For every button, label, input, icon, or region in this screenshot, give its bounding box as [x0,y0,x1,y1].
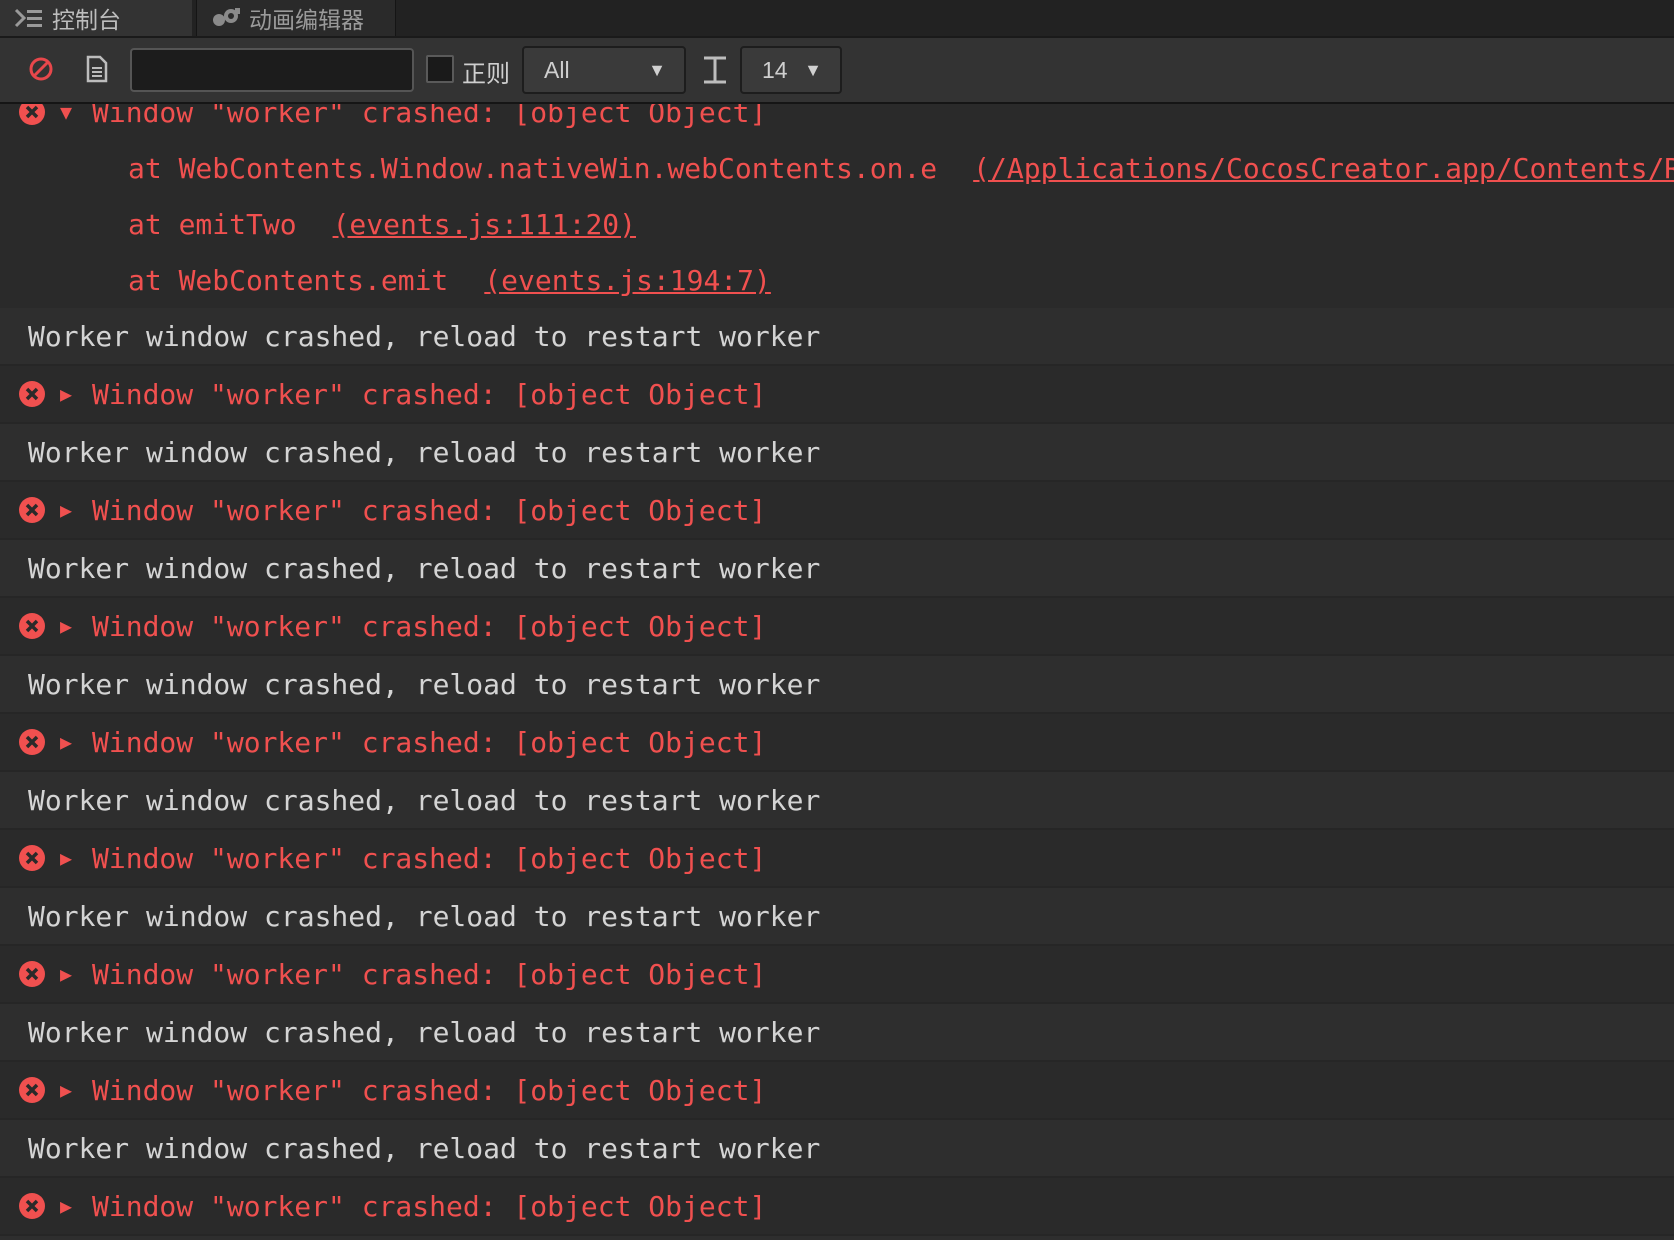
expand-arrow-icon[interactable]: ▶ [60,1194,82,1218]
log-entry: Worker window crashed, reload to restart… [0,1120,1674,1176]
panel-tab-bar: 控制台 动画编辑器 [0,0,1674,38]
tab-console[interactable]: 控制台 [0,0,192,36]
log-message: Worker window crashed, reload to restart… [28,667,821,701]
stack-trace: at WebContents.Window.nativeWin.webConte… [0,140,1674,308]
log-level-value: All [544,56,570,83]
stack-frame: at WebContents.emit (events.js:194:7) [0,252,1674,308]
error-message: Window "worker" crashed: [object Object] [92,1073,767,1107]
error-icon [19,613,45,639]
stack-frame: at emitTwo (events.js:111:20) [0,196,1674,252]
expand-arrow-icon[interactable]: ▶ [60,498,82,522]
tab-animation-editor[interactable]: 动画编辑器 [196,0,396,36]
error-message: Window "worker" crashed: [object Object] [92,1189,767,1223]
error-icon [19,961,45,987]
log-level-select[interactable]: All ▼ [522,46,686,94]
expand-arrow-icon[interactable]: ▶ [60,382,82,406]
log-entry: Worker window crashed, reload to restart… [0,888,1674,944]
log-message: Worker window crashed, reload to restart… [28,899,821,933]
error-icon [19,845,45,871]
animation-editor-icon [213,8,240,26]
log-entry: Worker window crashed, reload to restart… [0,1236,1674,1240]
error-entry[interactable]: ▶ Window "worker" crashed: [object Object… [0,482,1674,538]
log-entry: Worker window crashed, reload to restart… [0,540,1674,596]
font-size-icon [704,56,726,84]
document-icon [86,55,108,83]
error-message: Window "worker" crashed: [object Object] [92,725,767,759]
log-message: Worker window crashed, reload to restart… [28,1015,821,1049]
expand-arrow-icon[interactable]: ▶ [60,962,82,986]
chevron-down-icon: ▼ [804,59,822,80]
error-entry[interactable]: ▶ Window "worker" crashed: [object Object… [0,714,1674,770]
tab-animation-editor-label: 动画编辑器 [249,8,364,34]
error-icon [19,497,45,523]
log-entry: Worker window crashed, reload to restart… [0,1004,1674,1060]
expand-arrow-icon[interactable]: ▶ [60,730,82,754]
log-message: Worker window crashed, reload to restart… [28,1131,821,1165]
log-message: Worker window crashed, reload to restart… [28,783,821,817]
error-message: Window "worker" crashed: [object Object] [92,104,767,129]
console-toolbar: 正则 All ▼ 14 ▼ [0,38,1674,104]
expand-arrow-icon[interactable]: ▶ [60,614,82,638]
error-message: Window "worker" crashed: [object Object] [92,841,767,875]
stack-frame-text: at emitTwo [128,207,297,241]
collapse-arrow-icon[interactable]: ▼ [60,104,82,124]
log-message: Worker window crashed, reload to restart… [28,435,821,469]
error-message: Window "worker" crashed: [object Object] [92,609,767,643]
log-message: Worker window crashed, reload to restart… [28,551,821,585]
console-icon [14,8,42,28]
error-icon [19,1193,45,1219]
error-message: Window "worker" crashed: [object Object] [92,493,767,527]
stack-frame-link[interactable]: (events.js:194:7) [484,264,771,297]
error-entry[interactable]: ▶ Window "worker" crashed: [object Object… [0,366,1674,422]
regex-label: 正则 [462,60,510,88]
expand-arrow-icon[interactable]: ▶ [60,1078,82,1102]
font-size-select[interactable]: 14 ▼ [740,46,842,94]
error-entry[interactable]: ▶ Window "worker" crashed: [object Object… [0,598,1674,654]
filter-search-input[interactable] [130,48,414,92]
error-message: Window "worker" crashed: [object Object] [92,377,767,411]
error-entry[interactable]: ▶ Window "worker" crashed: [object Object… [0,830,1674,886]
tab-console-label: 控制台 [52,8,121,34]
expand-arrow-icon[interactable]: ▶ [60,846,82,870]
console-output[interactable]: ▼ Window "worker" crashed: [object Objec… [0,104,1674,1240]
error-entry-expanded[interactable]: ▼ Window "worker" crashed: [object Objec… [0,104,1674,140]
chevron-down-icon: ▼ [648,59,666,80]
stack-frame-text: at WebContents.emit [128,263,449,297]
error-icon [19,729,45,755]
log-entry: Worker window crashed, reload to restart… [0,656,1674,712]
regex-checkbox[interactable] [426,55,454,83]
error-entry[interactable]: ▶ Window "worker" crashed: [object Object… [0,1062,1674,1118]
error-entry[interactable]: ▶ Window "worker" crashed: [object Object… [0,1178,1674,1234]
clear-console-button[interactable] [24,52,58,86]
error-entry[interactable]: ▶ Window "worker" crashed: [object Object… [0,946,1674,1002]
stack-frame: at WebContents.Window.nativeWin.webConte… [0,140,1674,196]
stack-frame-link[interactable]: (/Applications/CocosCreator.app/Contents… [973,152,1674,185]
error-icon [19,1077,45,1103]
error-icon [19,104,45,125]
log-entry: Worker window crashed, reload to restart… [0,772,1674,828]
log-message: Worker window crashed, reload to restart… [28,319,821,353]
stack-frame-link[interactable]: (events.js:111:20) [333,208,636,241]
open-log-file-button[interactable] [80,52,114,86]
stack-frame-text: at WebContents.Window.nativeWin.webConte… [128,151,938,185]
font-size-value: 14 [762,56,788,83]
console-entries: Worker window crashed, reload to restart… [0,308,1674,1240]
error-message: Window "worker" crashed: [object Object] [92,957,767,991]
log-entry: Worker window crashed, reload to restart… [0,424,1674,480]
log-entry: Worker window crashed, reload to restart… [0,308,1674,364]
clear-icon [29,57,53,81]
error-icon [19,381,45,407]
